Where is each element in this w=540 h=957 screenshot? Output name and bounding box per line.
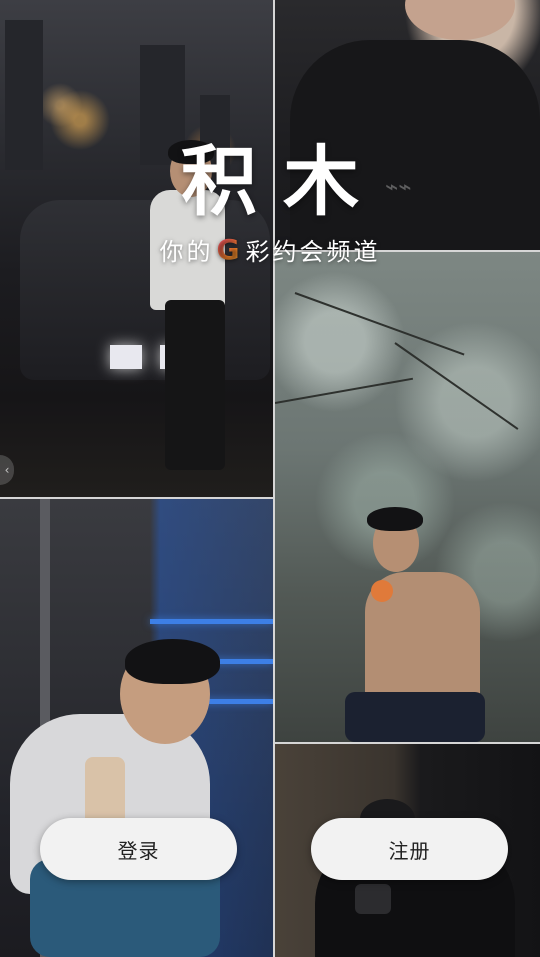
person-pants [345, 692, 485, 742]
tagline-suffix: 彩约会频道 [245, 237, 381, 266]
branch [275, 377, 414, 404]
welcome-screen: ⌁⌁ ‹ 积木 你的 G 彩约会频道 登录 注册 [0, 0, 540, 957]
branch [294, 292, 465, 356]
register-button[interactable]: 注册 [311, 818, 508, 880]
app-title: 积木 [181, 137, 385, 226]
person-legs [165, 300, 225, 470]
collage-divider [275, 742, 540, 744]
person-hair [125, 639, 220, 684]
person-hair [367, 507, 423, 531]
branch [394, 342, 519, 430]
g-logo-icon: G [216, 232, 243, 266]
phone [355, 884, 391, 914]
app-branding: 积木 你的 G 彩约会频道 [0, 140, 540, 267]
photo-cherry-blossom [275, 252, 540, 742]
tagline-prefix: 你的 [159, 237, 214, 266]
car-headlight [110, 345, 142, 369]
flower [371, 580, 393, 602]
gym-light [150, 619, 273, 624]
phone [85, 757, 125, 825]
login-button[interactable]: 登录 [40, 818, 237, 880]
app-tagline: 你的 G 彩约会频道 [160, 232, 381, 267]
collage-divider [0, 497, 273, 499]
photo-gym-selfie [0, 499, 273, 957]
person-chin [405, 0, 515, 40]
